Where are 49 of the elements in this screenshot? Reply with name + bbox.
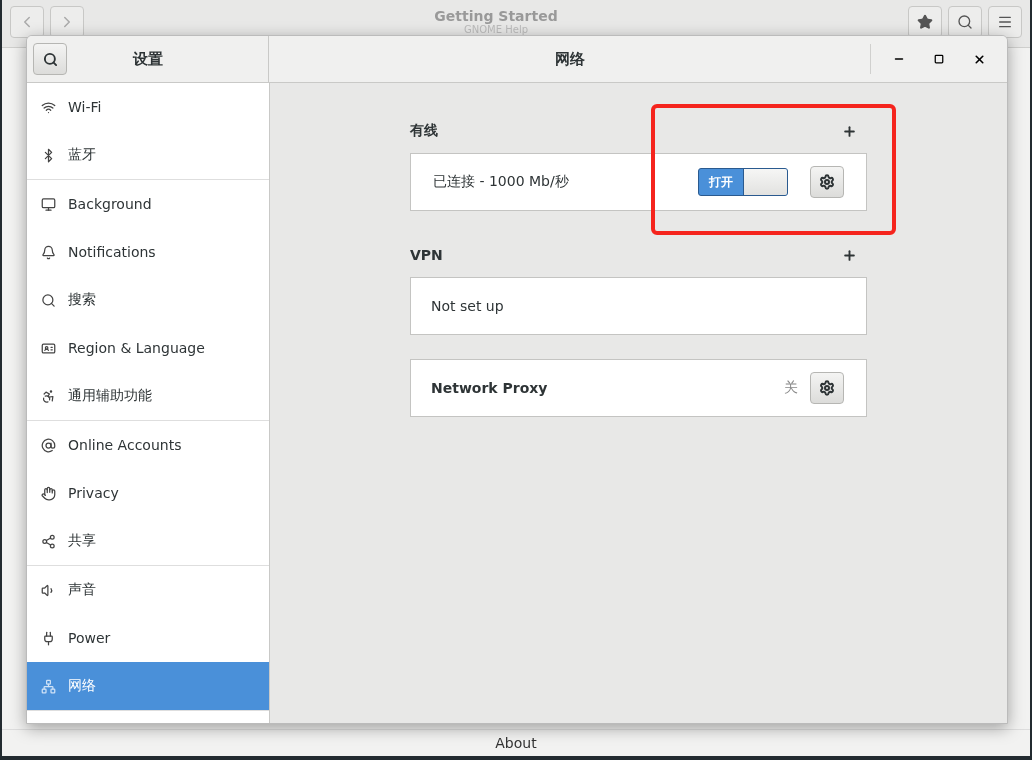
add-icon[interactable] xyxy=(842,123,857,139)
bookmark-button[interactable] xyxy=(908,6,942,38)
sidebar-item[interactable]: 蓝牙 xyxy=(27,131,269,179)
sidebar-item[interactable]: Background xyxy=(27,180,269,228)
add-icon[interactable] xyxy=(842,247,857,263)
search-button[interactable] xyxy=(33,43,67,75)
maximize-icon xyxy=(934,54,944,64)
section-heading: VPN xyxy=(410,247,443,263)
sidebar-item[interactable]: Privacy xyxy=(27,469,269,517)
sidebar-item[interactable]: Notifications xyxy=(27,228,269,276)
search-button[interactable] xyxy=(948,6,982,38)
sidebar-item-icon xyxy=(41,533,56,549)
sidebar-item[interactable]: 通用辅助功能 xyxy=(27,372,269,420)
sidebar-item[interactable]: Online Accounts xyxy=(27,421,269,469)
sidebar-item-icon xyxy=(41,678,56,694)
about-link[interactable]: About xyxy=(495,735,537,751)
menu-button[interactable] xyxy=(988,6,1022,38)
sidebar-item[interactable]: Power xyxy=(27,614,269,662)
menu-icon xyxy=(997,14,1013,30)
gear-icon xyxy=(819,380,835,396)
sidebar-item[interactable]: 共享 xyxy=(27,517,269,565)
sidebar-item-icon xyxy=(41,244,56,260)
sidebar-item-icon xyxy=(41,485,56,501)
section-heading: 有线 xyxy=(410,122,438,140)
search-icon xyxy=(42,51,58,67)
window-title: 网络 xyxy=(553,49,586,69)
sidebar-item-icon xyxy=(41,388,56,404)
sidebar-item-icon xyxy=(41,630,56,646)
search-icon xyxy=(957,14,973,30)
star-icon xyxy=(917,14,933,30)
sidebar-item-icon xyxy=(41,437,56,453)
sidebar-item[interactable]: Region & Language xyxy=(27,324,269,372)
sidebar-item[interactable]: 搜索 xyxy=(27,276,269,324)
sidebar-item[interactable]: Wi-Fi xyxy=(27,83,269,131)
window-title: Getting Started xyxy=(434,8,558,24)
proxy-status: 关 xyxy=(784,379,798,397)
close-icon xyxy=(972,52,986,66)
sidebar-item-icon xyxy=(41,99,56,115)
sidebar-item-icon xyxy=(41,340,56,356)
gear-icon xyxy=(819,174,835,190)
sidebar-item-icon xyxy=(41,292,56,308)
vpn-status: Not set up xyxy=(431,298,505,314)
proxy-label: Network Proxy xyxy=(431,380,549,396)
sidebar-title: 设置 xyxy=(131,49,164,69)
sidebar-item-icon xyxy=(41,196,56,212)
sidebar-item[interactable]: 声音 xyxy=(27,566,269,614)
settings-button[interactable] xyxy=(810,166,844,198)
connection-status: 已连接 - 1000 Mb/秒 xyxy=(432,173,570,191)
settings-button[interactable] xyxy=(810,372,844,404)
